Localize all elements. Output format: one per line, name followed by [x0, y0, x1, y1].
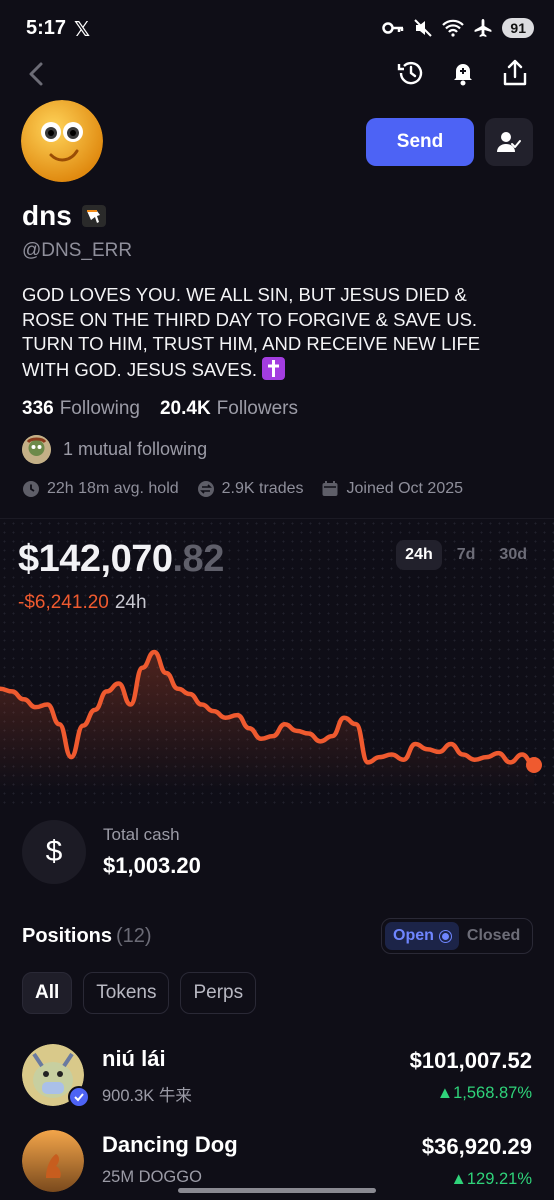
status-icons: 91	[382, 18, 534, 38]
token-name: niú lái	[102, 1046, 166, 1071]
calendar-icon	[322, 481, 338, 496]
follow-stats: 336 Following 20.4K Followers	[22, 398, 298, 420]
mutual-following[interactable]: 1 mutual following	[22, 435, 207, 464]
share-icon[interactable]	[500, 58, 530, 88]
status-bar: 5:17 𝕏 91	[0, 0, 554, 60]
battery-indicator: 91	[502, 18, 534, 38]
balance-cents: .82	[172, 538, 225, 580]
mutual-text: 1 mutual following	[63, 439, 208, 459]
change-amount: -$6,241.20	[18, 592, 109, 613]
filter-tokens[interactable]: Tokens	[83, 972, 170, 1014]
user-check-icon	[497, 132, 521, 152]
followers-label: Followers	[216, 398, 298, 419]
position-pnl: ▲129.21%	[450, 1170, 532, 1188]
chart-area-fill	[0, 652, 534, 790]
wifi-icon	[442, 19, 465, 37]
avg-hold-text: 22h 18m avg. hold	[47, 480, 179, 497]
positions-header: Positions (12)	[22, 925, 152, 948]
token-holding: 900.3K 牛来	[102, 1087, 192, 1105]
balance-main: $142,070	[18, 538, 173, 580]
range-selector: 24h 7d 30d	[396, 540, 536, 570]
position-value: $36,920.29	[421, 1134, 532, 1159]
followers-count: 20.4K	[159, 398, 211, 419]
chart-current-point	[526, 757, 542, 773]
following-stat[interactable]: 336 Following	[22, 398, 140, 420]
positions-count: (12)	[116, 925, 152, 947]
toggle-open-label: Open	[393, 927, 434, 944]
toggle-open[interactable]: Open	[385, 922, 459, 950]
history-icon[interactable]	[396, 58, 426, 88]
dollar-icon: $	[22, 820, 86, 884]
positions-title: Positions	[22, 925, 113, 947]
portfolio-balance: $142,070.82	[18, 538, 224, 581]
following-count: 336	[22, 398, 54, 419]
position-row[interactable]: Dancing Dog 25M DOGGO $36,920.29 ▲129.21…	[22, 1130, 532, 1196]
range-30d[interactable]: 30d	[490, 540, 536, 570]
balance-change: -$6,241.20 24h	[18, 592, 147, 614]
verified-check-icon	[68, 1086, 90, 1108]
position-value: $101,007.52	[409, 1048, 532, 1073]
position-pnl: ▲1,568.87%	[436, 1084, 532, 1102]
filter-all[interactable]: All	[22, 972, 73, 1014]
mute-icon	[414, 19, 433, 37]
trade-count: 2.9K trades	[197, 480, 304, 498]
token-avatar	[22, 1130, 84, 1192]
position-filters: All Tokens Perps	[22, 972, 257, 1014]
cash-label: Total cash	[103, 825, 180, 844]
profile-name-row: dns	[22, 200, 106, 232]
position-row[interactable]: niú lái 900.3K 牛来 $101,007.52 ▲1,568.87%	[22, 1044, 532, 1110]
swap-icon	[197, 481, 214, 497]
range-7d[interactable]: 7d	[448, 540, 485, 570]
avg-hold: 22h 18m avg. hold	[22, 480, 179, 498]
send-button[interactable]: Send	[366, 118, 474, 166]
live-dot-icon	[439, 930, 451, 942]
cash-value: $1,003.20	[103, 853, 201, 878]
latin-cross-icon	[262, 356, 286, 380]
key-icon	[382, 22, 404, 34]
token-name: Dancing Dog	[102, 1132, 238, 1157]
profile-handle: @DNS_ERR	[22, 240, 133, 261]
profile-avatar	[21, 100, 103, 182]
toggle-closed[interactable]: Closed	[459, 922, 528, 950]
open-closed-toggle: Open Closed	[381, 918, 533, 954]
portfolio-chart[interactable]	[0, 640, 554, 790]
x-app-icon: 𝕏	[74, 19, 91, 41]
trades-text: 2.9K trades	[221, 480, 304, 497]
clock-icon	[23, 481, 39, 497]
token-holding: 25M DOGGO	[102, 1168, 202, 1186]
status-time: 5:17	[26, 17, 67, 39]
back-chevron-icon[interactable]	[24, 60, 48, 88]
top-nav	[0, 52, 554, 96]
bio-text: GOD LOVES YOU. WE ALL SIN, BUT JESUS DIE…	[22, 284, 481, 380]
join-date: Joined Oct 2025	[321, 480, 463, 498]
range-24h[interactable]: 24h	[396, 540, 442, 570]
filter-perps[interactable]: Perps	[180, 972, 257, 1014]
notification-bell-icon[interactable]	[448, 58, 478, 88]
mutual-avatar	[22, 435, 51, 464]
joined-text: Joined Oct 2025	[346, 480, 464, 497]
follow-button[interactable]	[485, 118, 533, 166]
change-period: 24h	[114, 592, 147, 613]
home-indicator	[178, 1188, 376, 1193]
profile-name: dns	[22, 200, 72, 231]
airplane-icon	[475, 19, 492, 37]
trader-meta: 22h 18m avg. hold 2.9K trades Joined Oct…	[22, 480, 463, 498]
followers-stat[interactable]: 20.4K Followers	[160, 398, 298, 420]
following-label: Following	[59, 398, 140, 419]
profile-bio: GOD LOVES YOU. WE ALL SIN, BUT JESUS DIE…	[22, 283, 522, 382]
pointer-badge-icon	[81, 205, 106, 227]
